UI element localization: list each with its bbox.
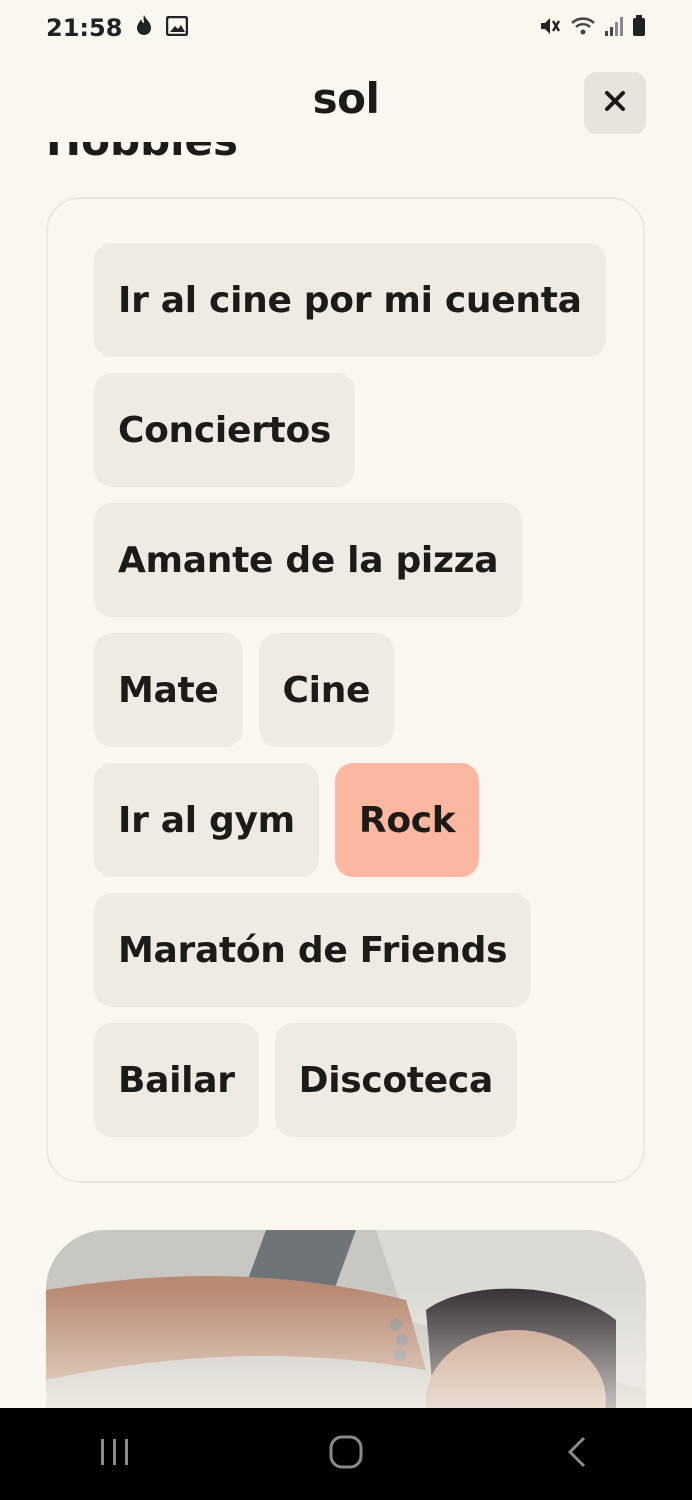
hobby-chip[interactable]: Mate bbox=[94, 633, 243, 747]
wifi-icon bbox=[570, 15, 596, 41]
recent-apps-icon bbox=[98, 1437, 132, 1471]
hobby-chip[interactable]: Bailar bbox=[94, 1023, 259, 1137]
status-right bbox=[538, 15, 646, 41]
image-icon bbox=[166, 14, 189, 42]
battery-icon bbox=[632, 15, 646, 41]
hobby-chip[interactable]: Ir al gym bbox=[94, 763, 319, 877]
hobbies-card: Ir al cine por mi cuenta Conciertos Amante… bbox=[46, 197, 645, 1183]
home-button[interactable] bbox=[306, 1424, 386, 1484]
header: sol bbox=[0, 62, 692, 142]
section-title-clip: Hobbies bbox=[46, 142, 646, 170]
section-title: Hobbies bbox=[46, 142, 238, 165]
recent-apps-button[interactable] bbox=[75, 1424, 155, 1484]
navigation-bar bbox=[0, 1408, 692, 1500]
status-left: 21:58 bbox=[46, 14, 189, 42]
hobby-chip[interactable]: Amante de la pizza bbox=[94, 503, 523, 617]
hobby-chip[interactable]: Maratón de Friends bbox=[94, 893, 532, 1007]
back-icon bbox=[565, 1435, 589, 1473]
status-bar: 21:58 bbox=[0, 0, 692, 56]
hobby-chip[interactable]: Conciertos bbox=[94, 373, 356, 487]
hobby-chip[interactable]: Ir al cine por mi cuenta bbox=[94, 243, 606, 357]
hobby-chip[interactable]: Cine bbox=[258, 633, 395, 747]
hobbies-list: Ir al cine por mi cuenta Conciertos Amante… bbox=[94, 243, 614, 1137]
close-button[interactable] bbox=[584, 72, 646, 134]
signal-icon bbox=[604, 15, 624, 41]
hobby-chip[interactable]: Discoteca bbox=[274, 1023, 517, 1137]
status-time: 21:58 bbox=[46, 14, 123, 42]
hobby-chip[interactable]: Rock bbox=[334, 763, 480, 877]
flame-icon bbox=[134, 14, 154, 42]
back-button[interactable] bbox=[537, 1424, 617, 1484]
home-icon bbox=[328, 1434, 364, 1474]
mute-vibrate-icon bbox=[538, 15, 562, 41]
close-icon bbox=[603, 89, 627, 117]
